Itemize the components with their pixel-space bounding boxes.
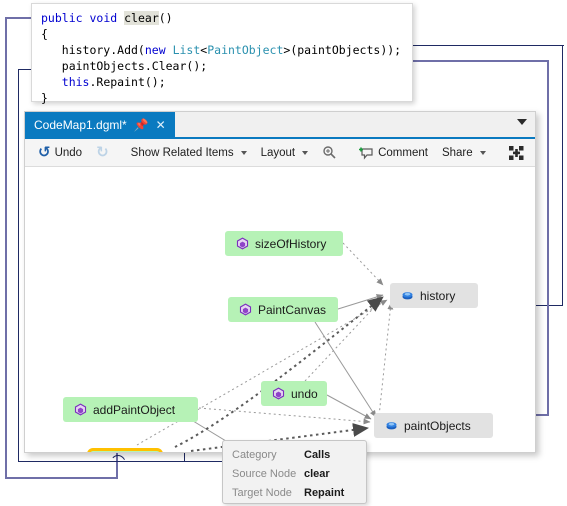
info-key-category: Category [232,449,277,461]
node-addPaintObject[interactable]: addPaintObject [63,397,198,422]
node-undo[interactable]: undo [261,381,327,406]
node-label: undo [291,386,318,401]
node-paintObjects[interactable]: paintObjects [374,413,493,438]
undo-arrow-icon: ↺ [38,144,51,161]
code-type-paintobject: PaintObject [207,43,284,57]
chevron-down-icon[interactable] [517,119,527,125]
code-keyword-this: this [61,75,90,89]
redo-button[interactable]: ↻ [89,141,116,164]
tab-title: CodeMap1.dgml* [34,117,127,132]
comment-icon [359,147,373,160]
codemap-window: CodeMap1.dgml* 📌 ✕ ↺ Undo ↻ Show Related… [24,111,536,453]
method-cube-icon [272,387,285,400]
share-button[interactable]: Share [435,141,493,164]
layout-label: Layout [260,146,296,159]
node-label: PaintCanvas [258,302,327,317]
comment-button[interactable]: Comment [352,141,435,164]
code-editor-pane[interactable]: public void clear() { history.Add(new Li… [31,3,413,105]
code-keyword-public: public [41,11,83,25]
callout-line-signature-h [5,477,118,479]
comment-label: Comment [378,146,428,159]
fit-to-screen-icon [508,145,524,160]
pin-icon[interactable]: 📌 [134,119,149,131]
node-label: addPaintObject [93,402,176,417]
codemap-toolbar: ↺ Undo ↻ Show Related Items Layout Comme… [25,139,535,167]
node-clear[interactable]: clear [87,448,163,452]
close-icon[interactable]: ✕ [156,119,166,131]
code-highlighted-token: clear [124,11,159,25]
info-key-target-node: Target Node [232,487,292,499]
tab-codemap1-dgml[interactable]: CodeMap1.dgml* 📌 ✕ [25,112,175,137]
filter-legend-icon [323,146,336,159]
node-label: sizeOfHistory [255,236,327,251]
node-history[interactable]: history [390,283,478,308]
callout-hop-left [110,455,126,464]
field-disc-icon [386,422,397,430]
method-cube-icon [74,403,87,416]
info-value-category: Calls [304,449,331,461]
undo-button[interactable]: ↺ Undo [31,141,89,164]
fit-to-screen-button[interactable] [501,141,532,164]
info-value-target-node: Repaint [304,487,345,499]
filter-legend-button[interactable] [315,141,344,164]
info-value-source-node: clear [304,468,330,480]
node-label: history [420,288,456,303]
method-cube-icon [236,237,249,250]
method-cube-icon [239,303,252,316]
callout-line-repaint-v [18,69,20,462]
callout-line-paintobjclear-v [547,60,549,415]
callout-line-historyadd-v [562,45,564,306]
redo-arrow-icon: ↻ [96,144,109,161]
undo-label: Undo [54,146,83,159]
show-related-items-label: Show Related Items [130,146,234,159]
code-type-list: List [172,43,201,57]
layout-button[interactable]: Layout [254,141,316,164]
field-disc-icon [402,292,413,300]
chevron-down-icon [302,150,309,155]
show-related-items-button[interactable]: Show Related Items [124,141,254,164]
node-label: paintObjects [404,418,471,433]
code-text[interactable]: public void clear() { history.Add(new Li… [41,10,401,106]
callout-line-signature-v [5,17,7,478]
edge-info-tooltip: Category Calls Source Node clear Target … [222,440,367,504]
chevron-down-icon [479,150,486,155]
share-label: Share [441,146,473,159]
codemap-canvas[interactable]: sizeOfHistory PaintCanvas history addPai… [25,167,535,452]
node-PaintCanvas[interactable]: PaintCanvas [228,297,338,322]
chevron-down-icon [240,150,247,155]
info-key-source-node: Source Node [232,468,297,480]
node-sizeOfHistory[interactable]: sizeOfHistory [225,231,343,256]
code-keyword-void: void [89,11,118,25]
tab-strip: CodeMap1.dgml* 📌 ✕ [25,112,535,139]
code-keyword-new: new [144,43,166,57]
